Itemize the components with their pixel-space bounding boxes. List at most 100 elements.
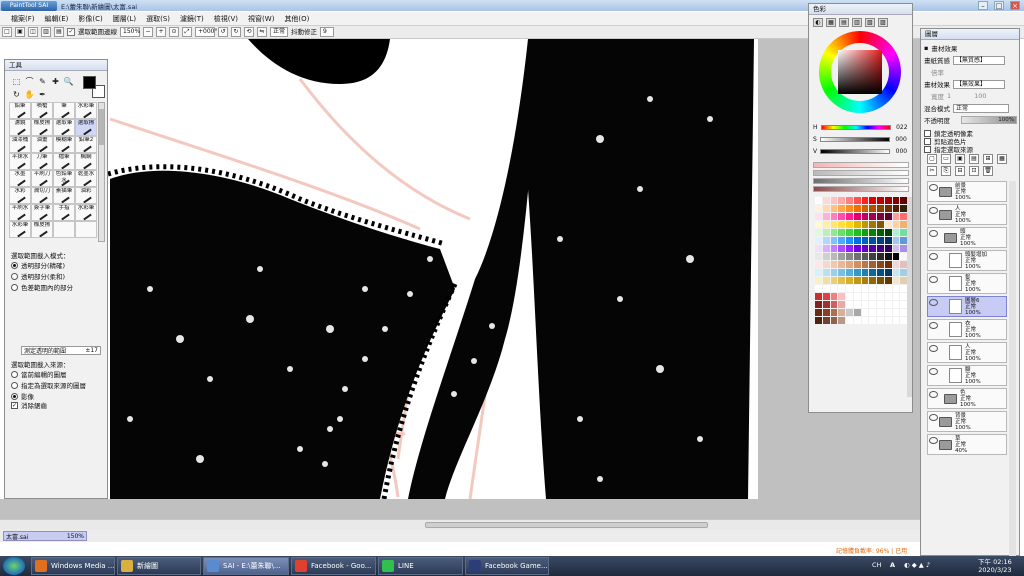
menu-item[interactable]: 編輯(E) <box>40 13 74 25</box>
palette-swatch[interactable] <box>830 309 838 316</box>
brush-slot[interactable]: 油畫 <box>31 136 53 153</box>
tool-icon[interactable]: ✋ <box>24 89 35 100</box>
layer-scrollbar[interactable] <box>1009 181 1016 561</box>
brush-slot[interactable]: 素描筆 <box>53 187 75 204</box>
brush-slot[interactable]: 平刷水 <box>9 204 31 221</box>
brush-slot[interactable]: 檔筆 <box>53 153 75 170</box>
layer-item[interactable]: 腳正常 100% <box>927 365 1007 386</box>
load-mode-radio[interactable] <box>11 272 18 280</box>
palette-swatch[interactable] <box>846 197 853 204</box>
color-mode-tab[interactable]: ▧ <box>865 18 875 27</box>
mixer-row[interactable] <box>813 170 909 176</box>
palette-swatch[interactable] <box>877 221 884 228</box>
view-mode-select[interactable]: 正常 <box>270 27 288 37</box>
load-source-radio[interactable] <box>11 370 18 378</box>
rotate-left-icon[interactable]: ↺ <box>218 27 228 37</box>
palette-swatch[interactable] <box>815 221 822 228</box>
value-slider[interactable] <box>820 149 891 154</box>
palette-swatch[interactable] <box>900 277 907 284</box>
load-mode-option[interactable]: 色差範圍內的部分 <box>11 282 73 292</box>
layer-action-icon[interactable]: ▢ <box>927 154 937 164</box>
palette-swatch[interactable] <box>815 197 822 204</box>
taskbar-task[interactable]: SAI - E:\蕾朱聯\... <box>203 557 289 575</box>
layer-action-icon[interactable]: ▣ <box>955 154 965 164</box>
palette-swatch[interactable] <box>877 245 884 252</box>
brush-slot[interactable]: 色鉛筆水 <box>53 170 75 187</box>
brush-slot[interactable]: 水彩筆 <box>75 102 97 119</box>
palette-swatch[interactable] <box>884 261 892 268</box>
palette-swatch[interactable] <box>892 301 900 308</box>
palette-swatch[interactable] <box>892 197 900 204</box>
brush-slot[interactable]: 乾墨水 <box>75 170 97 187</box>
palette-swatch[interactable] <box>830 261 838 268</box>
palette-swatch[interactable] <box>830 221 838 228</box>
palette-swatch[interactable] <box>884 213 892 220</box>
palette-swatch[interactable] <box>877 293 884 300</box>
palette-swatch[interactable] <box>853 229 861 236</box>
palette-swatch[interactable] <box>877 269 884 276</box>
palette-swatch[interactable] <box>861 221 869 228</box>
saturation-slider[interactable] <box>819 137 890 142</box>
color-mode-tab[interactable]: ▦ <box>826 18 836 27</box>
palette-swatch[interactable] <box>830 269 838 276</box>
visibility-eye-icon[interactable] <box>929 207 938 214</box>
palette-swatch[interactable] <box>853 277 861 284</box>
load-source-option[interactable]: 指定為選取來源的圖層 <box>11 380 86 390</box>
load-mode-radio[interactable] <box>11 261 18 269</box>
palette-swatch[interactable] <box>884 285 892 292</box>
canvas-tab[interactable]: 太富.sai 150% <box>3 531 87 541</box>
palette-swatch[interactable] <box>900 285 907 292</box>
canvas-area[interactable] <box>0 39 920 519</box>
palette-swatch[interactable] <box>822 261 830 268</box>
palette-swatch[interactable] <box>884 301 892 308</box>
palette-swatch[interactable] <box>869 261 876 268</box>
menu-item[interactable]: 影像(C) <box>73 13 107 25</box>
visibility-eye-icon[interactable] <box>929 253 938 260</box>
palette-swatch[interactable] <box>830 317 838 324</box>
mixer-row[interactable] <box>813 186 909 192</box>
palette-swatch[interactable] <box>869 197 876 204</box>
palette-swatch[interactable] <box>900 261 907 268</box>
palette-swatch[interactable] <box>884 245 892 252</box>
visibility-eye-icon[interactable] <box>929 391 938 398</box>
palette-swatch[interactable] <box>861 205 869 212</box>
brush-slot[interactable]: 平抹水 <box>9 153 31 170</box>
palette-swatch[interactable] <box>846 309 853 316</box>
palette-swatch[interactable] <box>900 205 907 212</box>
palette-swatch[interactable] <box>861 213 869 220</box>
palette-swatch[interactable] <box>892 285 900 292</box>
palette-swatch[interactable] <box>869 301 876 308</box>
palette-swatch[interactable] <box>838 245 845 252</box>
palette-swatch[interactable] <box>877 197 884 204</box>
palette-swatch[interactable] <box>822 285 830 292</box>
palette-swatch[interactable] <box>884 253 892 260</box>
color-wheel[interactable] <box>819 31 901 113</box>
load-mode-option[interactable]: 透明部分(精確) <box>11 260 65 270</box>
palette-swatch[interactable] <box>892 317 900 324</box>
mixer-row[interactable] <box>813 162 909 168</box>
artboard[interactable] <box>0 39 758 499</box>
menu-item[interactable]: 其他(O) <box>279 13 314 25</box>
palette-swatch[interactable] <box>877 261 884 268</box>
palette-swatch[interactable] <box>884 197 892 204</box>
hue-slider[interactable] <box>820 125 891 130</box>
palette-swatch[interactable] <box>838 317 845 324</box>
palette-swatch[interactable] <box>830 301 838 308</box>
palette-swatch[interactable] <box>838 213 845 220</box>
menu-item[interactable]: 選取(S) <box>141 13 175 25</box>
palette-swatch[interactable] <box>853 245 861 252</box>
palette-swatch[interactable] <box>822 309 830 316</box>
layer-action-icon[interactable]: ▤ <box>969 154 979 164</box>
color-mode-tab[interactable]: ▨ <box>878 18 888 27</box>
palette-swatch[interactable] <box>846 221 853 228</box>
palette-swatch[interactable] <box>884 237 892 244</box>
palette-swatch[interactable] <box>869 237 876 244</box>
palette-swatch[interactable] <box>830 213 838 220</box>
layer-option[interactable]: 指定選取來源 <box>924 144 973 154</box>
brush-slot[interactable]: 簽字筆 <box>31 204 53 221</box>
layer-folder[interactable]: 色正常 100% <box>927 388 1007 409</box>
minimize-button[interactable]: – <box>978 1 988 10</box>
palette-swatch[interactable] <box>822 277 830 284</box>
palette-swatch[interactable] <box>861 253 869 260</box>
layer-action-icon[interactable]: ⎘ <box>941 166 951 176</box>
